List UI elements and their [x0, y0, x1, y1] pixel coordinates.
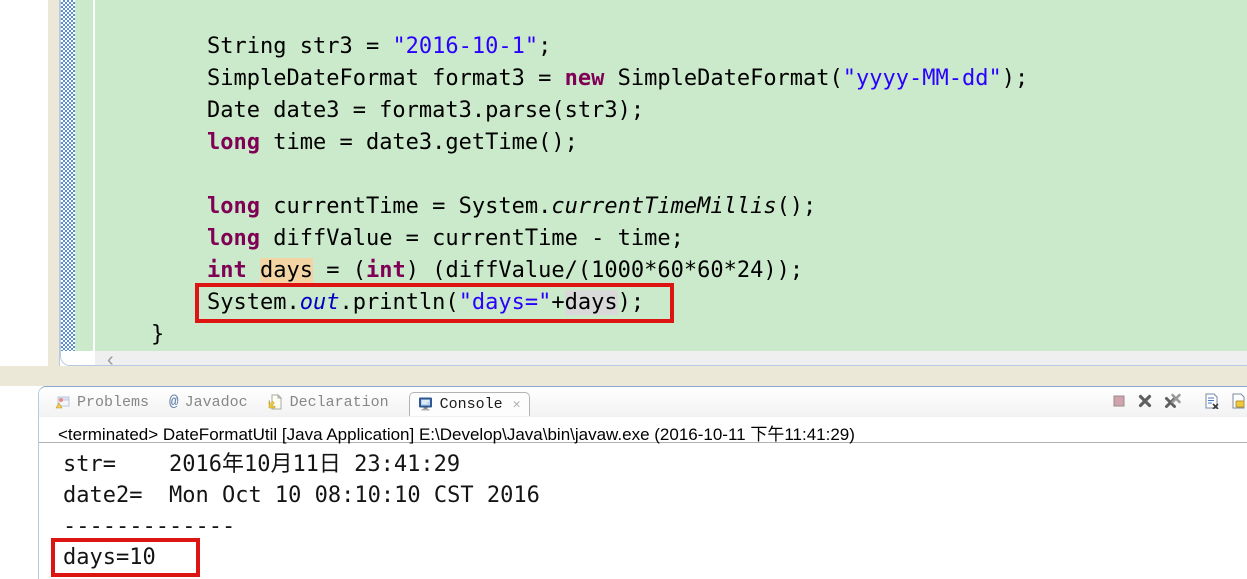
tab-label: Declaration — [289, 393, 389, 411]
javadoc-icon: @ — [169, 393, 179, 411]
window-chrome-band — [0, 366, 1247, 386]
terminate-button[interactable] — [1112, 394, 1126, 408]
tab-label: Console — [439, 395, 503, 413]
code-line: long time = date3.getTime(); — [207, 130, 578, 155]
console-icon — [418, 396, 434, 412]
console-status-line: <terminated> DateFormatUtil [Java Applic… — [39, 417, 1247, 444]
remove-launch-button[interactable] — [1137, 393, 1153, 409]
code-line: long currentTime = System.currentTimeMil… — [207, 194, 817, 219]
console-output-line: date2= Mon Oct 10 08:10:10 CST 2016 — [63, 483, 540, 508]
code-line: SimpleDateFormat format3 = new SimpleDat… — [207, 66, 1029, 91]
console-output-line: str= 2016年10月11日 23:41:29 — [63, 452, 461, 477]
editor-range-indicator-gutter[interactable] — [61, 0, 75, 351]
console-output-line: ------------- — [63, 514, 236, 539]
console-pane: Problems @ Javadoc Declaration Console ✕ <ter… — [38, 386, 1247, 579]
tab-problems[interactable]: Problems — [55, 394, 149, 411]
tab-console[interactable]: Console ✕ — [408, 391, 530, 416]
red-highlight-annotation: days=10 — [51, 538, 200, 577]
code-line: } — [151, 322, 165, 347]
tab-declaration[interactable]: Declaration — [268, 394, 389, 411]
editor-annotation-gutter[interactable] — [75, 0, 93, 351]
declaration-icon — [268, 394, 284, 410]
scroll-left-icon[interactable]: ‹ — [107, 349, 114, 365]
tab-label: Javadoc — [184, 393, 248, 411]
code-line: long diffValue = currentTime - time; — [207, 226, 684, 251]
code-line: System.out.println("days="+days); — [95, 283, 1247, 323]
red-highlight-annotation: System.out.println("days="+days); — [195, 283, 675, 323]
tab-javadoc[interactable]: @ Javadoc — [169, 393, 248, 411]
close-icon[interactable]: ✕ — [513, 397, 521, 412]
scroll-lock-button[interactable] — [1231, 393, 1247, 409]
code-area[interactable]: String str3 = "2016-10-1"; SimpleDateForm… — [93, 0, 1247, 351]
console-tab-bar: Problems @ Javadoc Declaration Console ✕ — [39, 387, 1247, 417]
console-toolbar — [1112, 392, 1247, 410]
problems-icon — [55, 394, 71, 410]
console-output-line: days=10 — [51, 538, 1247, 577]
horizontal-scrollbar[interactable]: ‹ — [95, 349, 1247, 365]
remove-all-terminated-button[interactable] — [1164, 393, 1182, 409]
code-line: Date date3 = format3.parse(str3); — [207, 98, 645, 123]
code-line: String str3 = "2016-10-1"; — [207, 34, 552, 59]
clear-console-button[interactable] — [1204, 393, 1220, 409]
editor-pane: String str3 = "2016-10-1"; SimpleDateForm… — [60, 0, 1247, 366]
window-chrome-strip — [48, 0, 60, 366]
editor-scroll-corner — [61, 351, 95, 365]
tab-label: Problems — [77, 393, 150, 411]
console-output[interactable]: str= 2016年10月11日 23:41:29 date2= Mon Oct … — [39, 443, 1247, 577]
